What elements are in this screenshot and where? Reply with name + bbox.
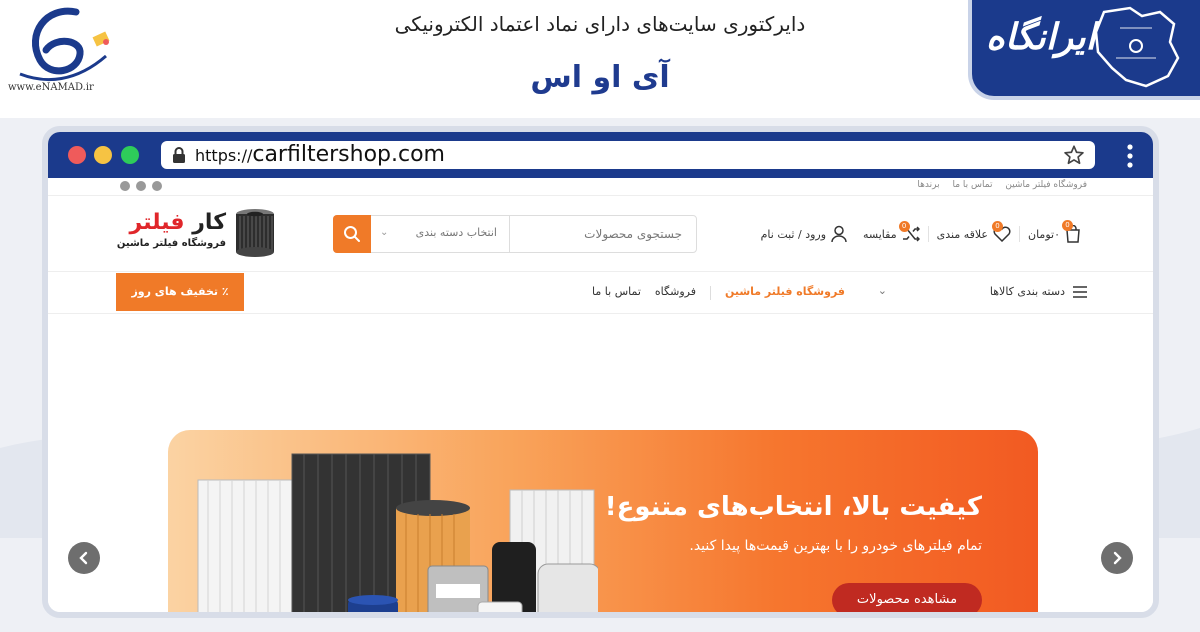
chevron-left-icon: [79, 551, 88, 565]
category-select-label: انتخاب دسته بندی: [415, 226, 497, 239]
website-viewport: فروشگاه فیلتر ماشین تماس با ما برندها کا…: [48, 178, 1153, 612]
search-button[interactable]: [333, 215, 371, 253]
oil-filter-icon: [236, 209, 274, 257]
url-domain: carfiltershop.com: [252, 142, 445, 167]
telegram-icon[interactable]: [152, 181, 162, 191]
iran-map-icon: [1094, 6, 1180, 88]
hero-title: کیفیت بالا، انتخاب‌های متنوع!: [604, 492, 982, 522]
enamad-url[interactable]: www.eNAMAD.ir: [8, 82, 94, 93]
account-button[interactable]: ورود / ثبت نام: [753, 225, 855, 243]
top-link-brands[interactable]: برندها: [917, 180, 939, 190]
main-nav: دسته بندی کالاها ⌄ فروشگاه فیلتر ماشین ف…: [48, 272, 1153, 314]
top-strip: فروشگاه فیلتر ماشین تماس با ما برندها: [48, 178, 1153, 196]
irangah-banner: ایرانگاه: [968, 0, 1200, 100]
site-logo[interactable]: کار فیلتر فروشگاه فیلتر ماشین: [117, 208, 276, 262]
wishlist-label: علاقه مندی: [936, 227, 988, 241]
wishlist-button[interactable]: 0 علاقه مندی: [929, 221, 1020, 242]
lock-icon: [173, 147, 185, 163]
top-link-contact[interactable]: تماس با ما: [953, 180, 993, 190]
view-products-button[interactable]: مشاهده محصولات: [832, 583, 982, 612]
nav-links: فروشگاه فیلتر ماشین فروشگاه تماس با ما: [592, 285, 845, 300]
cart-total: ۰تومان: [1028, 227, 1060, 241]
top-strip-links: فروشگاه فیلتر ماشین تماس با ما برندها: [907, 180, 1087, 190]
nav-link-shop[interactable]: فروشگاه: [655, 285, 696, 300]
product-search: انتخاب دسته بندی ⌄: [333, 215, 697, 253]
chevron-down-icon: ⌄: [877, 284, 887, 297]
cart-count-badge: 0: [1062, 220, 1073, 231]
directory-header: www.eNAMAD.ir دایرکتوری سایت‌های دارای ن…: [0, 0, 1200, 118]
nav-divider: [709, 286, 711, 300]
directory-title: دایرکتوری سایت‌های دارای نماد اعتماد الک…: [394, 12, 806, 36]
browser-window: https://carfiltershop.com فروشگاه فیلتر …: [42, 126, 1159, 618]
social-icons: [120, 181, 162, 191]
car-filters-illustration: [197, 453, 598, 612]
browser-toolbar: https://carfiltershop.com: [48, 132, 1153, 178]
brand-name: کار فیلتر: [130, 210, 226, 235]
cart-button[interactable]: 0 ۰تومان: [1020, 220, 1089, 243]
whatsapp-icon[interactable]: [136, 181, 146, 191]
brand-name-part2: فیلتر: [129, 210, 185, 235]
search-icon: [344, 226, 360, 242]
browser-menu-icon[interactable]: [1127, 144, 1133, 168]
maximize-window-button[interactable]: [121, 146, 139, 164]
bookmark-star-icon[interactable]: [1063, 144, 1085, 166]
wishlist-count-badge: 0: [992, 221, 1003, 232]
account-label: ورود / ثبت نام: [760, 227, 827, 241]
slider-next-button[interactable]: [1101, 542, 1133, 574]
daily-deals-button[interactable]: ٪ تخفیف های روز: [116, 273, 244, 311]
hero-subtitle: تمام فیلترهای خودرو را با بهترین قیمت‌ها…: [689, 538, 982, 554]
compare-button[interactable]: 0 مقایسه: [855, 221, 929, 242]
instagram-icon[interactable]: [120, 181, 130, 191]
site-header: کار فیلتر فروشگاه فیلتر ماشین انتخاب دست…: [48, 196, 1153, 272]
brand-name-part1: کار: [192, 210, 226, 235]
category-select[interactable]: انتخاب دسته بندی ⌄: [370, 216, 510, 252]
user-icon: [831, 225, 847, 243]
url-text[interactable]: https://carfiltershop.com: [195, 142, 445, 167]
url-protocol: https://: [195, 146, 253, 165]
nav-link-filter-shop[interactable]: فروشگاه فیلتر ماشین: [725, 285, 845, 300]
site-name: آی او اس: [530, 60, 670, 95]
categories-menu[interactable]: دسته بندی کالاها ⌄: [878, 284, 1087, 298]
nav-link-contact[interactable]: تماس با ما: [592, 285, 641, 300]
address-bar[interactable]: https://carfiltershop.com: [161, 141, 1095, 169]
compare-count-badge: 0: [898, 221, 910, 232]
categories-label: دسته بندی کالاها: [989, 285, 1065, 298]
irangah-logo-text: ایرانگاه: [986, 16, 1096, 58]
chevron-down-icon: ⌄: [380, 227, 389, 238]
chevron-right-icon: [1113, 551, 1122, 565]
hamburger-icon: [1073, 285, 1087, 298]
top-link-shop[interactable]: فروشگاه فیلتر ماشین: [1005, 180, 1087, 190]
header-actions: 0 ۰تومان 0 علاقه مندی 0 مقایسه ورود / ثب…: [753, 220, 1089, 246]
slider-prev-button[interactable]: [68, 542, 100, 574]
brand-tagline: فروشگاه فیلتر ماشین: [116, 238, 226, 249]
close-window-button[interactable]: [68, 146, 86, 164]
hero-text: کیفیت بالا، انتخاب‌های متنوع! تمام فیلتر…: [605, 492, 982, 554]
minimize-window-button[interactable]: [94, 146, 112, 164]
compare-label: مقایسه: [863, 227, 897, 241]
search-input[interactable]: [510, 216, 696, 252]
hero-banner: کیفیت بالا، انتخاب‌های متنوع! تمام فیلتر…: [168, 430, 1038, 612]
